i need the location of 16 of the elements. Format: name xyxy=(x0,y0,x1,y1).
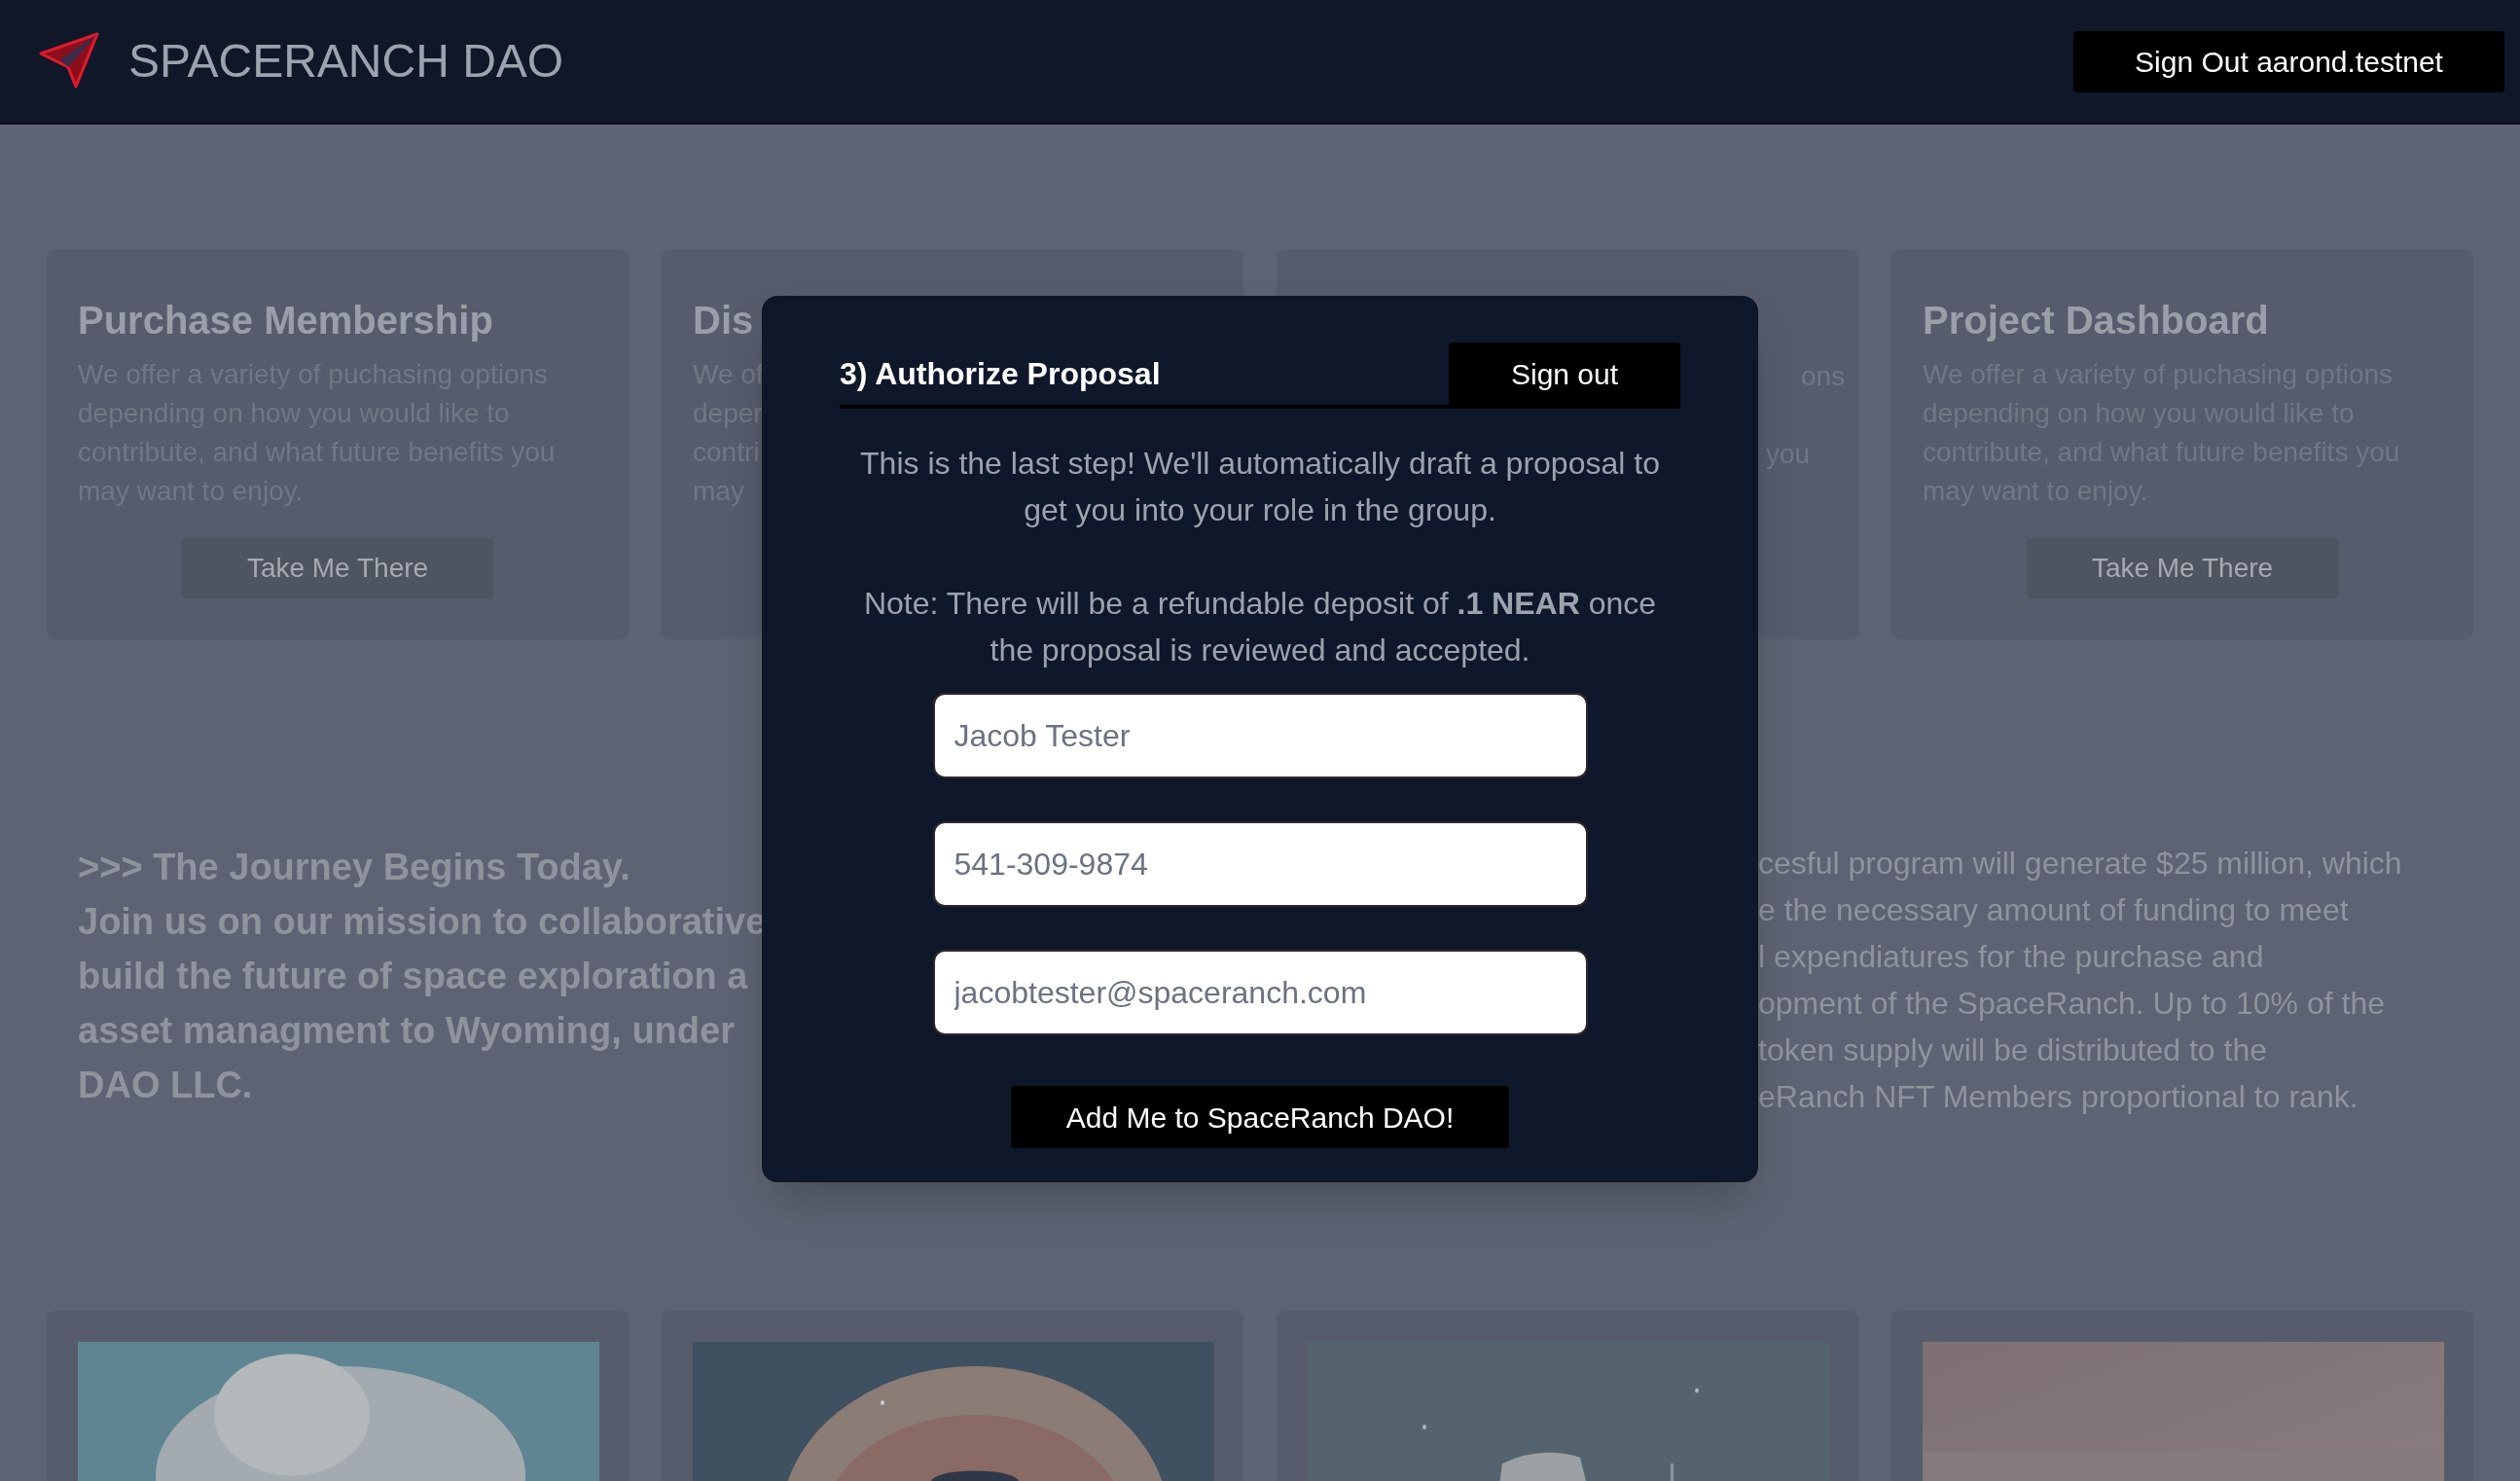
site-title: SPACERANCH DAO xyxy=(128,34,564,89)
take-me-there-button[interactable]: Take Me There xyxy=(182,538,493,598)
modal-title: 3) Authorize Proposal xyxy=(840,355,1161,393)
submit-button[interactable]: Add Me to SpaceRanch DAO! xyxy=(1011,1086,1509,1148)
sign-out-button[interactable]: Sign Out aarond.testnet xyxy=(2073,30,2504,92)
modal-paragraph: Note: There will be a refundable deposit of .1 NEAR once the proposal is reviewed and accepted. xyxy=(862,585,1658,669)
card-title: Project Dashboard xyxy=(1923,298,2269,343)
sign-out-button[interactable]: Sign out xyxy=(1449,343,1680,405)
card-title: Dis xyxy=(693,298,754,343)
input-field[interactable]: 541-309-9874 xyxy=(932,821,1588,907)
input-field[interactable]: Jacob Tester xyxy=(932,693,1588,778)
take-me-there-button[interactable]: Take Me There xyxy=(2027,538,2338,598)
modal-paragraph: This is the last step! We'll automatically draft a proposal to get you into your role in the group. xyxy=(859,445,1661,529)
card-title: Purchase Membership xyxy=(78,298,493,343)
input-field[interactable]: jacobtester@spaceranch.com xyxy=(932,950,1588,1035)
paper-plane-icon xyxy=(39,32,99,90)
